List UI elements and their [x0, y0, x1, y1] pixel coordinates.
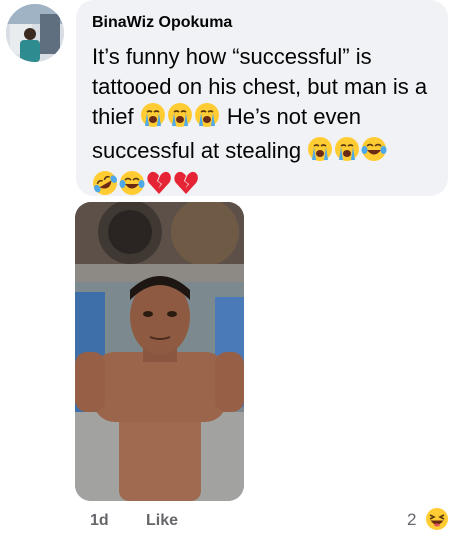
comment-timestamp[interactable]: 1d — [90, 512, 109, 530]
comment-photo[interactable] — [75, 202, 244, 501]
photo-image — [75, 202, 244, 501]
loudly-crying-face-icon — [140, 102, 166, 136]
face-with-tears-of-joy-icon — [119, 170, 145, 204]
broken-heart-icon — [146, 170, 172, 204]
like-button[interactable]: Like — [146, 512, 178, 530]
loudly-crying-face-icon — [334, 136, 360, 170]
loudly-crying-face-icon — [167, 102, 193, 136]
avatar-image — [6, 4, 64, 62]
comment-author[interactable]: BinaWiz Opokuma — [92, 14, 232, 32]
avatar[interactable] — [6, 4, 64, 62]
loudly-crying-face-icon — [307, 136, 333, 170]
face-with-tears-of-joy-icon — [361, 136, 387, 170]
comment-text: It’s funny how “successful” is tattooed … — [92, 42, 442, 204]
loudly-crying-face-icon — [194, 102, 220, 136]
reaction-count[interactable]: 2 — [407, 510, 416, 530]
rolling-on-the-floor-laughing-icon — [92, 170, 118, 204]
broken-heart-icon — [173, 170, 199, 204]
comment-bubble: BinaWiz Opokuma It’s funny how “successf… — [76, 0, 448, 196]
